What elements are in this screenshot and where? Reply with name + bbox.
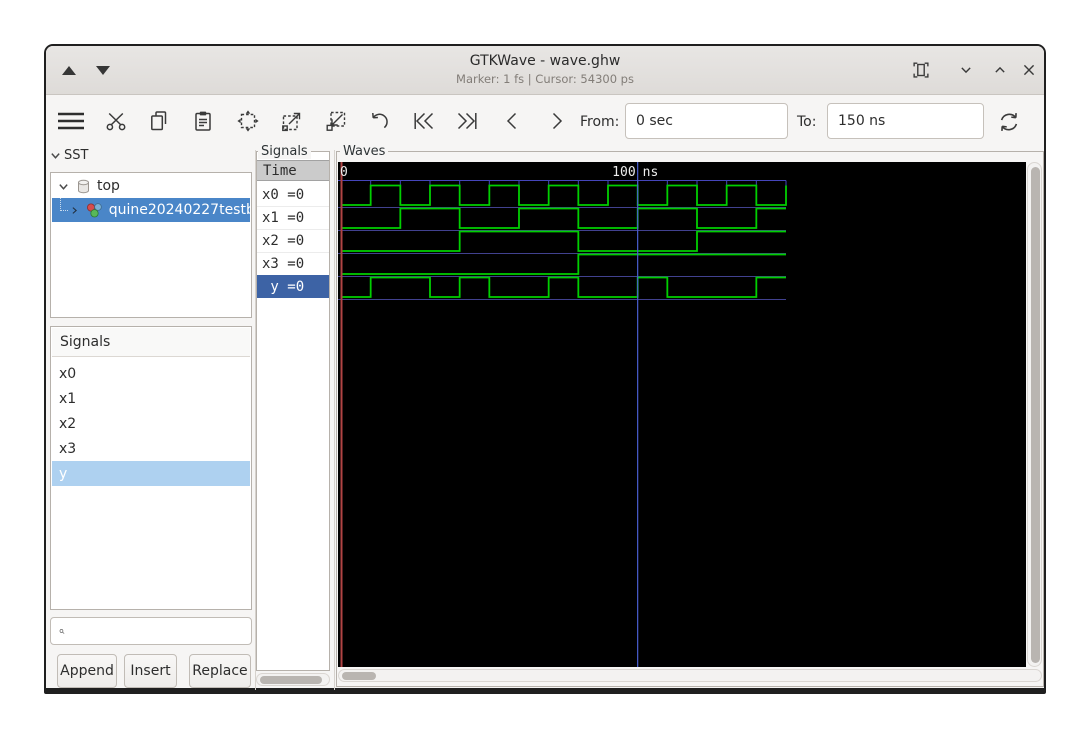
sst-label: SST — [64, 148, 89, 163]
append-button[interactable]: Append — [57, 654, 117, 688]
svg-text:100: 100 — [612, 165, 635, 180]
to-label: To: — [797, 114, 817, 130]
signal-value-x2[interactable]: x2 =0 — [257, 229, 329, 252]
menu-icon — [58, 112, 84, 130]
close-button[interactable] — [1018, 59, 1040, 81]
signal-values-column: Time x0 =0 x1 =0 x2 =0 x3 =0 y =0 — [256, 151, 330, 671]
replace-button[interactable]: Replace — [189, 654, 251, 688]
shift-left-button[interactable] — [501, 109, 525, 133]
signal-value-y[interactable]: y =0 — [257, 275, 329, 298]
signals-list-header: Signals — [52, 328, 250, 357]
svg-text:0: 0 — [340, 165, 348, 180]
maximize-button[interactable] — [989, 59, 1011, 81]
menu-button[interactable] — [56, 110, 86, 132]
to-input[interactable] — [827, 103, 984, 139]
reload-icon — [1000, 113, 1018, 131]
signal-value-x3[interactable]: x3 =0 — [257, 252, 329, 275]
copy-icon — [151, 111, 167, 131]
zoom-out-icon — [326, 111, 346, 131]
signals-column-hscrollbar[interactable] — [256, 673, 330, 686]
wave-canvas[interactable]: 0 100 ns — [338, 162, 1026, 667]
tree-connector — [60, 198, 69, 211]
svg-text:ns: ns — [643, 165, 659, 180]
chevron-down-icon — [961, 67, 971, 74]
cut-icon — [106, 112, 126, 131]
waves-panel-label: Waves — [340, 144, 389, 159]
undo-button[interactable] — [367, 109, 391, 133]
minimize-button[interactable] — [955, 59, 977, 81]
fetch-start-icon — [414, 112, 434, 130]
signal-value-x1[interactable]: x1 =0 — [257, 206, 329, 229]
tree-node-label: quine20240227testbench — [108, 202, 250, 218]
desktop: GTKWave - wave.ghw Marker: 1 fs | Cursor… — [0, 0, 1090, 738]
signal-value-x0[interactable]: x0 =0 — [257, 183, 329, 206]
scrollbar-thumb[interactable] — [342, 672, 376, 680]
scrollbar-thumb[interactable] — [260, 676, 322, 684]
list-item-x3[interactable]: x3 — [52, 436, 250, 461]
chevron-right-icon — [552, 112, 563, 130]
paste-button[interactable] — [191, 109, 215, 133]
signals-panel-label: Signals — [258, 144, 311, 159]
fit-window-button[interactable] — [910, 59, 932, 81]
fetch-end-button[interactable] — [454, 109, 478, 133]
list-item-y[interactable]: y — [52, 461, 250, 486]
from-label: From: — [580, 114, 620, 130]
fit-window-icon — [913, 62, 929, 78]
titlebar[interactable]: GTKWave - wave.ghw Marker: 1 fs | Cursor… — [46, 46, 1044, 95]
waves-hscrollbar[interactable] — [338, 669, 1042, 682]
pane-splitter-right[interactable] — [334, 150, 335, 690]
scrollbar-thumb[interactable] — [1030, 167, 1040, 663]
undo-icon — [372, 112, 388, 129]
waves-panel: 0 100 ns — [336, 151, 1044, 687]
shift-right-button[interactable] — [544, 109, 568, 133]
wave-area[interactable]: 0 100 ns — [338, 162, 1026, 667]
list-item-x2[interactable]: x2 — [52, 411, 250, 436]
from-input[interactable] — [625, 103, 788, 139]
list-item-x1[interactable]: x1 — [52, 386, 250, 411]
expander-chevron-icon[interactable] — [58, 181, 69, 192]
list-item-x0[interactable]: x0 — [52, 361, 250, 386]
zoom-in-button[interactable] — [280, 109, 304, 133]
sst-tree: top quine20240227testbench — [50, 172, 252, 318]
module-icon — [86, 203, 102, 218]
fetch-start-button[interactable] — [411, 109, 435, 133]
insert-button[interactable]: Insert — [124, 654, 177, 688]
chevron-up-icon — [995, 66, 1005, 73]
paste-icon — [195, 111, 211, 131]
expander-chevron-icon — [51, 153, 60, 159]
window-title: GTKWave - wave.ghw — [469, 53, 621, 69]
tree-node-testbench[interactable]: quine20240227testbench — [52, 198, 250, 222]
zoom-fit-icon — [237, 110, 259, 132]
search-input[interactable] — [71, 622, 251, 640]
signal-filter[interactable] — [50, 617, 252, 645]
copy-button[interactable] — [147, 109, 171, 133]
tree-node-label: top — [97, 178, 120, 194]
close-icon — [1023, 64, 1035, 76]
expander-chevron-right-icon[interactable] — [70, 205, 79, 216]
waves-vscrollbar[interactable] — [1027, 162, 1042, 667]
zoom-in-icon — [282, 112, 301, 132]
marker-cursor-status: Marker: 1 fs | Cursor: 54300 ps — [456, 72, 634, 86]
search-icon — [59, 628, 65, 634]
time-header[interactable]: Time — [257, 160, 329, 181]
fetch-end-icon — [457, 112, 477, 130]
zoom-fit-button[interactable] — [236, 109, 260, 133]
database-icon — [78, 179, 89, 193]
gtkwave-window: GTKWave - wave.ghw Marker: 1 fs | Cursor… — [44, 44, 1046, 694]
signal-search-list: Signals x0 x1 x2 x3 y — [50, 326, 252, 610]
sst-expander[interactable]: SST — [50, 148, 88, 163]
reload-button[interactable] — [996, 109, 1020, 133]
tree-node-top[interactable]: top — [52, 174, 250, 198]
cut-button[interactable] — [104, 109, 128, 133]
chevron-left-icon — [506, 112, 517, 130]
zoom-out-button[interactable] — [324, 109, 348, 133]
